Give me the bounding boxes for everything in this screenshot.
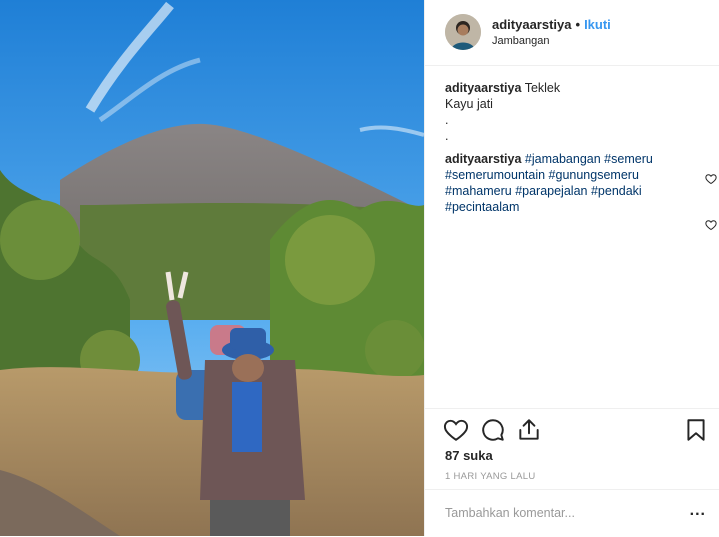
hashtag[interactable]: #mahameru (445, 184, 512, 198)
more-options-icon[interactable]: ... (690, 502, 706, 520)
post-username[interactable]: adityaarstiya (492, 17, 572, 32)
post-timestamp[interactable]: 1 HARI YANG LALU (445, 471, 536, 482)
caption-block: adityaarstiya Teklek Kayu jati . . adity… (445, 80, 697, 215)
separator-dot: • (575, 17, 581, 32)
user-avatar-icon (445, 14, 481, 50)
avatar[interactable] (445, 14, 481, 50)
hashtag-comment: adityaarstiya #jamabangan #semeru #semer… (445, 151, 697, 215)
caption-line-3: . (445, 113, 449, 127)
follow-button[interactable]: Ikuti (584, 17, 611, 32)
caption-line-2: Kayu jati (445, 97, 493, 111)
hashtag[interactable]: #semeru (604, 152, 653, 166)
post-side-panel: adityaarstiya • Ikuti Jambangan adityaarst… (424, 0, 719, 536)
bookmark-icon[interactable] (683, 417, 709, 443)
post-photo[interactable] (0, 0, 424, 536)
share-icon[interactable] (516, 417, 542, 443)
post-header: adityaarstiya • Ikuti Jambangan (425, 0, 719, 66)
mountain-hiker-image (0, 0, 424, 536)
hashtag[interactable]: #gunungsemeru (549, 168, 639, 182)
hashtag[interactable]: #semerumountain (445, 168, 545, 182)
comment-username[interactable]: adityaarstiya (445, 152, 521, 166)
comment-like-heart-icon[interactable] (705, 219, 717, 231)
comment-input[interactable] (445, 504, 665, 522)
hashtag[interactable]: #jamabangan (525, 152, 601, 166)
hashtag[interactable]: #parapejalan (515, 184, 587, 198)
comment-like-heart-icon[interactable] (705, 173, 717, 185)
post-actions: 87 suka 1 HARI YANG LALU ... (425, 408, 719, 536)
comment-bar: ... (425, 489, 719, 537)
caption-line-1: Teklek (524, 81, 561, 95)
comment-icon[interactable] (480, 417, 506, 443)
heart-icon[interactable] (443, 417, 469, 443)
like-count[interactable]: 87 suka (445, 448, 493, 463)
hashtag[interactable]: #pendaki (591, 184, 642, 198)
caption-line-4: . (445, 129, 449, 143)
post-location[interactable]: Jambangan (492, 35, 550, 47)
hashtag[interactable]: #pecintaalam (445, 200, 519, 214)
caption-username[interactable]: adityaarstiya (445, 81, 521, 95)
